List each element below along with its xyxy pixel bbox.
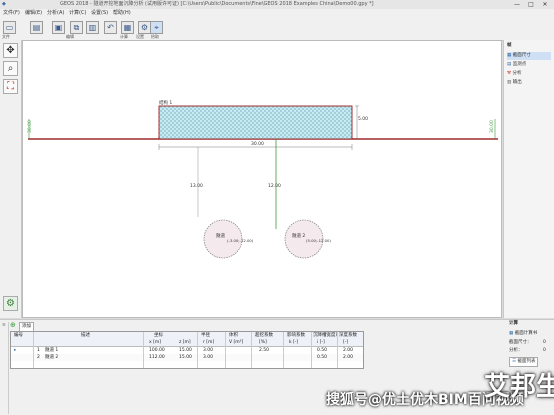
- menu-file[interactable]: 文件(F): [3, 9, 20, 18]
- menu-bar: 文件(F) 编辑(E) 分析(A) 计算(C) 设置(S) 帮助(H): [0, 9, 554, 18]
- row1-overcut[interactable]: 2.50: [259, 347, 269, 354]
- compute-title: 计算: [509, 321, 518, 326]
- analysis-icon: ⚒: [507, 71, 512, 76]
- surface-structure: [158, 105, 353, 140]
- unit-depth: [-]: [343, 340, 349, 345]
- menu-compute[interactable]: 计算(C): [69, 9, 86, 18]
- analysis-count-value: 0: [543, 348, 546, 353]
- right-panel: 帧 ▦ 截面尺寸 ▤ 监测点 ⚒ 分析 ▥ 输出: [503, 40, 554, 318]
- move-icon[interactable]: ✥: [3, 43, 18, 58]
- row-pointer-icon: ▸: [14, 348, 17, 353]
- list-icon: ☰: [512, 359, 517, 364]
- tunnel-2-label: 隧道 2: [292, 232, 305, 239]
- panel-item-output[interactable]: ▥ 输出: [507, 79, 522, 87]
- row1-id: 1: [37, 348, 40, 353]
- row1-desc: 隧道 1: [45, 348, 59, 353]
- section-icon: ▦: [507, 53, 512, 58]
- unit-x: x [m]: [149, 340, 161, 345]
- row2-z[interactable]: 15.00: [179, 354, 192, 361]
- new-file-icon[interactable]: ▭: [3, 21, 16, 34]
- minimize-button[interactable]: —: [510, 1, 524, 8]
- right-panel-title: 帧: [507, 43, 512, 48]
- pick-icon[interactable]: ⌖: [150, 21, 163, 34]
- section-size-label: 截面尺寸：: [509, 340, 532, 345]
- watermark-logo: 艾邦生: [484, 372, 554, 402]
- paste-icon[interactable]: ▥: [86, 21, 99, 34]
- row1-x[interactable]: 100.00: [149, 347, 165, 354]
- drawing-canvas[interactable]: 30.00 30.00 结构 1 5.00 30.00 13.00 12.00 …: [22, 40, 502, 318]
- unit-k: k [-]: [289, 340, 299, 345]
- right-level-label: 30.00: [489, 120, 495, 133]
- col-depthcoef: 深度系数: [339, 333, 357, 338]
- row1-trough[interactable]: 0.50: [317, 347, 327, 354]
- toolbar: ▭ ▤ ▣ ⧉ ▥ ↶ ▦ ⚙ ⌖ 文件 编辑 计算 设置 拾取: [0, 18, 554, 41]
- title-bar: ◆ GEOS 2018 - 隧道开挖地面沉降分析 (试用版许可证) [C:\Us…: [0, 0, 554, 9]
- row1-depth[interactable]: 2.00: [343, 347, 353, 354]
- menu-edit[interactable]: 编辑(E): [25, 9, 42, 18]
- col-coord: 坐标: [154, 333, 163, 338]
- output-icon: ▥: [507, 80, 512, 85]
- col-desc: 描述: [81, 333, 90, 338]
- panel-item-analysis[interactable]: ⚒ 分析: [507, 70, 521, 78]
- open-folder-icon[interactable]: ▤: [30, 21, 43, 34]
- drawing-svg: 30.00 30.00 结构 1 5.00 30.00 13.00 12.00 …: [27, 99, 498, 259]
- monitor-icon: ▤: [507, 62, 512, 67]
- row2-trough[interactable]: 0.50: [317, 354, 327, 361]
- undo-icon[interactable]: ↶: [104, 21, 117, 34]
- height-dimension: 5.00: [358, 116, 368, 122]
- col-overcut: 超挖系数: [255, 333, 273, 338]
- gear-icon[interactable]: ⚙: [3, 296, 18, 311]
- menu-analysis[interactable]: 分析(A): [47, 9, 64, 18]
- fit-icon[interactable]: ⛶: [3, 79, 18, 94]
- input-sidebar: ☰: [2, 322, 9, 414]
- panel-item-section[interactable]: ▦ 截面尺寸: [507, 52, 551, 60]
- unit-r: r [m]: [203, 340, 215, 345]
- section-report-button[interactable]: ▦ 截面计算书: [509, 330, 537, 338]
- add-icon[interactable]: ⊕: [10, 322, 16, 329]
- row2-r[interactable]: 3.00: [203, 354, 213, 361]
- unit-z: z [m]: [179, 340, 191, 345]
- width-dimension: 30.00: [251, 141, 264, 147]
- left-level-label: 30.00: [27, 120, 33, 133]
- col-influence: 影响系数: [287, 333, 305, 338]
- app-icon: ◆: [2, 1, 6, 7]
- row1-z[interactable]: 15.00: [179, 347, 192, 354]
- tunnel-2-coords: (5.00;-12.00): [306, 238, 331, 243]
- calc-icon[interactable]: ▦: [121, 21, 134, 34]
- col-trough: 沉降槽宽度系数: [313, 333, 337, 338]
- menu-help[interactable]: 帮助(H): [113, 9, 131, 18]
- col-id: 编号: [14, 333, 23, 338]
- row1-r[interactable]: 3.00: [203, 347, 213, 354]
- save-icon[interactable]: ▣: [52, 21, 65, 34]
- tunnel-1-coords: (-3.00;-12.00): [227, 238, 254, 243]
- unit-v: V [m³]: [229, 340, 244, 345]
- section-size-value: 0: [543, 340, 546, 345]
- grid-tabs: ⊕ 添加: [10, 322, 70, 332]
- unit-percent: [%]: [259, 340, 267, 345]
- analysis-count-label: 分析：: [509, 348, 523, 353]
- unit-i: i [-]: [317, 340, 325, 345]
- tunnel-table: 编号 描述 坐标 半径 体积 超挖系数 影响系数 沉降槽宽度系数 深度系数 x …: [10, 331, 364, 369]
- structure-label: 结构 1: [159, 99, 172, 106]
- left-tool-strip: ✥ ⌕ ⛶ ⚙: [0, 40, 22, 318]
- report-icon: ▦: [509, 331, 514, 336]
- row2-id: 2: [37, 355, 40, 360]
- col-volume: 体积: [229, 333, 238, 338]
- copy-icon[interactable]: ⧉: [70, 21, 83, 34]
- col-radius: 半径: [201, 333, 210, 338]
- row2-x[interactable]: 112.00: [149, 354, 165, 361]
- panel-item-monitor[interactable]: ▤ 监测点: [507, 61, 526, 69]
- menu-settings[interactable]: 设置(S): [91, 9, 108, 18]
- window-title: GEOS 2018 - 隧道开挖地面沉降分析 (试用版许可证) [C:\User…: [60, 1, 374, 7]
- maximize-button[interactable]: □: [524, 1, 538, 8]
- close-button[interactable]: ✕: [538, 1, 552, 8]
- tunnel-1-label: 隧道: [216, 232, 225, 239]
- row2-depth[interactable]: 2.00: [343, 354, 353, 361]
- depth-left-label: 13.00: [190, 183, 203, 189]
- depth-right-label: 12.00: [268, 183, 281, 189]
- zoom-icon[interactable]: ⌕: [3, 61, 18, 76]
- row2-desc: 隧道 2: [45, 355, 59, 360]
